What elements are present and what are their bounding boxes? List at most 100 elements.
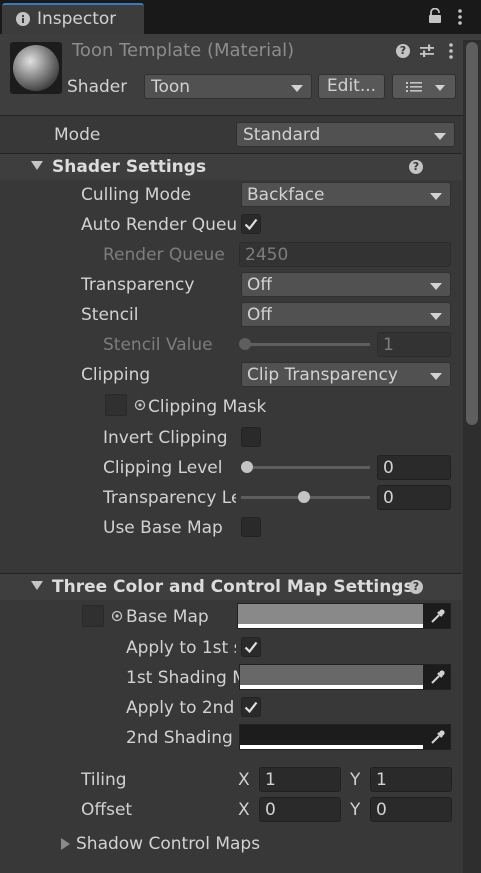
tab-bar: Inspector — [0, 0, 481, 34]
chevron-down-icon — [430, 313, 442, 320]
tiling-y-label: Y — [350, 770, 361, 790]
object-picker-icon[interactable] — [134, 399, 146, 411]
alpha-bar — [240, 745, 423, 749]
clipping-level-field[interactable]: 0 — [377, 455, 451, 480]
foldout-expanded-icon — [31, 581, 43, 590]
object-picker-icon[interactable] — [111, 610, 123, 622]
help-icon[interactable]: ? — [409, 580, 423, 594]
chevron-down-icon — [430, 373, 442, 380]
offset-x-field[interactable]: 0 — [259, 797, 341, 822]
tab-inspector[interactable]: Inspector — [2, 3, 144, 34]
transparency-value: Off — [247, 275, 273, 295]
shader-value: Toon — [151, 77, 191, 97]
transparency-level-slider-thumb[interactable] — [298, 491, 310, 503]
shadow-control-maps-foldout[interactable]: Shadow Control Maps — [58, 832, 318, 856]
invert-clipping-label: Invert Clipping — [103, 428, 228, 448]
checkmark-icon — [244, 218, 258, 231]
second-shading-map-color-field[interactable] — [239, 724, 451, 750]
clipping-level-label: Clipping Level — [103, 458, 223, 478]
mode-label: Mode — [54, 125, 101, 145]
scrollbar-thumb[interactable] — [466, 42, 478, 425]
render-queue-value: 2450 — [245, 245, 289, 265]
tab-label: Inspector — [37, 9, 117, 29]
base-map-color-field[interactable] — [237, 603, 451, 629]
first-shading-map-label: 1st Shading Map — [126, 668, 239, 688]
transparency-level-value: 0 — [383, 488, 394, 508]
stencil-value-slider-thumb — [239, 338, 251, 350]
apply-1st-label: Apply to 1st shading map — [126, 638, 236, 658]
tiling-x-label: X — [238, 770, 250, 790]
chevron-down-icon — [430, 283, 442, 290]
alpha-bar — [238, 624, 423, 628]
offset-x-label: X — [238, 800, 250, 820]
transparency-level-label: Transparency Level — [103, 488, 236, 508]
foldout-collapsed-icon — [61, 838, 70, 850]
use-base-map-label: Use Base Map — [103, 518, 223, 538]
offset-y-field[interactable]: 0 — [370, 797, 452, 822]
auto-render-queue-label: Auto Render Queue — [81, 215, 238, 235]
three-color-title: Three Color and Control Map Settings — [52, 577, 414, 597]
offset-x-value: 0 — [265, 800, 276, 820]
offset-y-label: Y — [350, 800, 361, 820]
first-shading-map-color-field[interactable] — [239, 664, 451, 690]
list-icon — [406, 82, 422, 92]
clipping-dropdown[interactable]: Clip Transparency — [241, 362, 451, 387]
preset-sliders-icon[interactable] — [419, 43, 435, 59]
shader-settings-header[interactable]: Shader Settings ? — [0, 153, 462, 180]
base-map-color-swatch — [238, 604, 423, 624]
transparency-label: Transparency — [81, 275, 195, 295]
stencil-dropdown[interactable]: Off — [241, 302, 451, 327]
chevron-down-icon — [434, 133, 446, 140]
base-map-texture-slot[interactable] — [82, 605, 104, 627]
render-queue-field: 2450 — [239, 242, 451, 267]
sphere-preview-icon — [13, 45, 59, 91]
shader-dropdown[interactable]: Toon — [144, 74, 312, 99]
transparency-dropdown[interactable]: Off — [241, 272, 451, 297]
more-menu-icon[interactable] — [456, 8, 464, 26]
checkmark-icon — [244, 701, 258, 714]
eyedropper-icon[interactable] — [430, 729, 446, 745]
shader-options-button[interactable] — [392, 74, 456, 99]
offset-y-value: 0 — [376, 800, 387, 820]
lock-icon[interactable] — [428, 8, 442, 24]
help-icon[interactable]: ? — [396, 44, 410, 58]
clipping-level-slider-thumb[interactable] — [241, 461, 253, 473]
apply-1st-checkbox[interactable] — [241, 637, 261, 657]
base-map-label: Base Map — [126, 607, 209, 627]
foldout-expanded-icon — [31, 161, 43, 170]
second-shading-map-color-swatch — [240, 725, 423, 745]
apply-2nd-label: Apply to 2nd shading map — [126, 698, 236, 718]
clipping-level-slider-track — [245, 466, 370, 469]
clipping-mask-texture-slot[interactable] — [105, 394, 127, 416]
clipping-label: Clipping — [81, 365, 151, 385]
tiling-y-field[interactable]: 1 — [370, 767, 452, 792]
culling-mode-label: Culling Mode — [81, 185, 192, 205]
material-preview — [10, 42, 62, 94]
eyedropper-icon[interactable] — [430, 669, 446, 685]
mode-dropdown[interactable]: Standard — [236, 122, 455, 147]
eyedropper-icon[interactable] — [430, 608, 446, 624]
stencil-value-number: 1 — [383, 335, 394, 355]
three-color-header[interactable]: Three Color and Control Map Settings ? — [0, 573, 462, 600]
clipping-level-value: 0 — [383, 458, 394, 478]
use-base-map-checkbox[interactable] — [241, 517, 261, 537]
chevron-down-icon — [435, 85, 445, 91]
culling-mode-dropdown[interactable]: Backface — [241, 182, 451, 207]
shader-settings-title: Shader Settings — [52, 157, 207, 177]
stencil-value-label: Stencil Value — [103, 335, 213, 355]
alpha-bar — [240, 685, 423, 689]
context-menu-icon[interactable] — [447, 42, 455, 60]
transparency-level-field[interactable]: 0 — [377, 485, 451, 510]
apply-2nd-checkbox[interactable] — [241, 697, 261, 717]
material-header: Toon Template (Material) ? Shader Toon E… — [0, 34, 481, 116]
help-icon[interactable]: ? — [409, 160, 423, 174]
tiling-x-value: 1 — [265, 770, 276, 790]
stencil-label: Stencil — [81, 305, 139, 325]
auto-render-queue-checkbox[interactable] — [241, 214, 261, 234]
invert-clipping-checkbox[interactable] — [241, 427, 261, 447]
clipping-value: Clip Transparency — [247, 365, 398, 385]
tiling-x-field[interactable]: 1 — [259, 767, 341, 792]
edit-shader-button[interactable]: Edit... — [318, 74, 385, 99]
checkmark-icon — [244, 641, 258, 654]
clipping-mask-label: Clipping Mask — [148, 397, 267, 417]
